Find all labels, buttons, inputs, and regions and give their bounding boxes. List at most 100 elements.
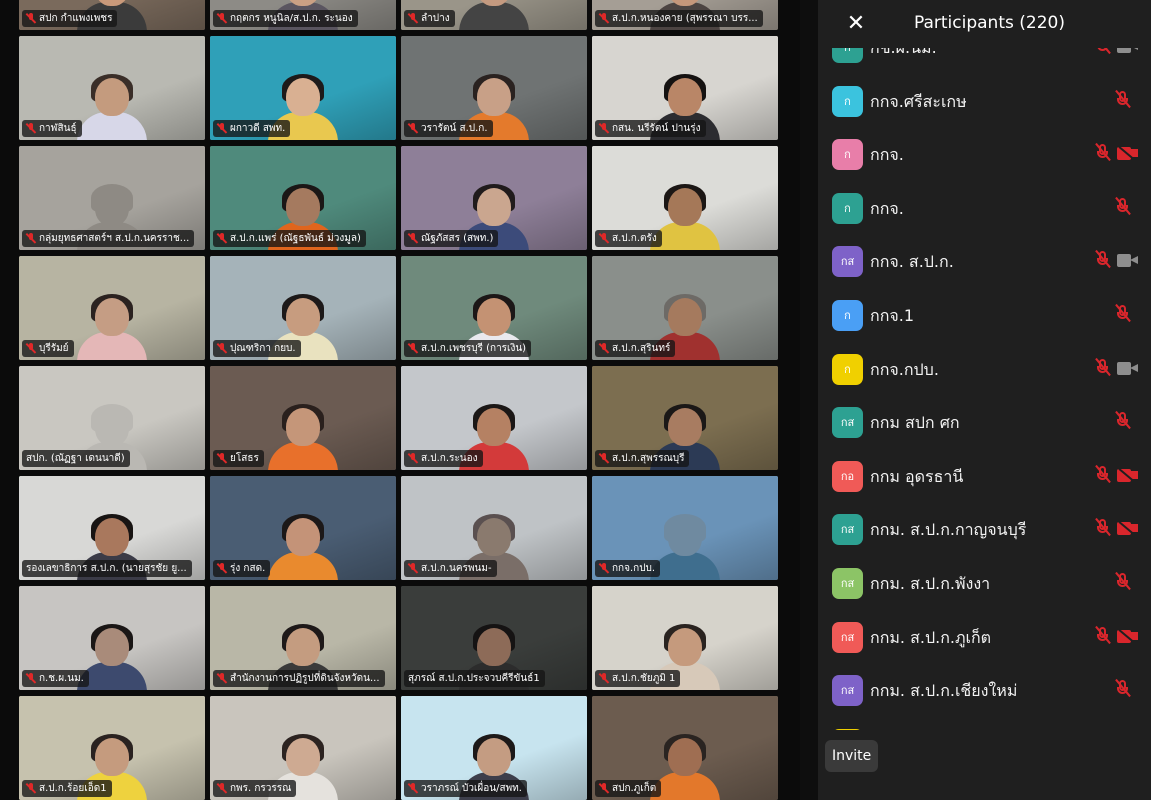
participant-name-tag: ส.ป.ก.เพชรบุรี (การเงิน) (404, 340, 532, 357)
participant-row[interactable]: ก กกจ. (818, 180, 1151, 234)
video-camera-icon[interactable] (1117, 361, 1139, 375)
video-off-icon[interactable] (1117, 628, 1139, 644)
participant-row[interactable]: กส กกม. ส.ป.ก.กาญจนบุรี (818, 501, 1151, 555)
participant-name: ส.ป.ก.แพร่ (ณัฐธพันธ์ ม่วงมูล) (230, 233, 361, 244)
participant-row[interactable]: ก กกจ.กปบ. (818, 341, 1151, 395)
video-tile[interactable]: วราภรณ์ บัวเผื่อน/สพท. (401, 696, 587, 800)
participant-name: กสน. นรีรัตน์ ปานรุ่ง (612, 123, 701, 134)
mic-muted-icon[interactable] (1115, 679, 1131, 699)
video-tile[interactable]: กฤตกร หนูนิล/ส.ป.ก. ระนอง (210, 0, 396, 30)
participant-figure (459, 0, 529, 30)
video-tile[interactable]: วรารัตน์ ส.ป.ก. (401, 36, 587, 140)
video-tile[interactable]: สปก กำแพงเพชร (19, 0, 205, 30)
video-tile[interactable]: ปุณฑริกา กยบ. (210, 256, 396, 360)
mic-muted-icon[interactable] (1115, 411, 1131, 431)
mic-muted-icon[interactable] (1095, 518, 1111, 538)
participant-name: ยโสธร (230, 453, 259, 464)
mic-muted-icon[interactable] (1095, 143, 1111, 163)
participant-name-tag: ก.ช.ผ.นม. (22, 670, 89, 687)
avatar: ก (832, 85, 863, 117)
participant-name: ส.ป.ก.สุรินทร์ (612, 343, 671, 354)
mic-muted-icon[interactable] (1115, 303, 1131, 324)
mic-muted-icon[interactable] (1115, 571, 1131, 592)
video-tile[interactable]: ส.ป.ก.นครพนม- (401, 476, 587, 580)
video-tile[interactable]: ก.ช.ผ.นม. (19, 586, 205, 690)
video-off-icon[interactable] (1117, 521, 1139, 537)
mic-muted-icon (217, 563, 227, 574)
video-tile[interactable]: ส.ป.ก.ตรัง (592, 146, 778, 250)
participant-name: กกม. ส.ป.ก.ภูเก็ต (870, 627, 992, 647)
video-tile[interactable]: กลุ่มยุทธศาสตร์ฯ ส.ป.ก.นครราช... (19, 146, 205, 250)
video-tile[interactable]: ส.ป.ก.เพชรบุรี (การเงิน) (401, 256, 587, 360)
participant-name-tag: สปก.ภูเก็ต (595, 780, 662, 797)
participant-name-tag: สำนักงานการปฏิรูปที่ดินจังหวัดน... (213, 670, 385, 687)
participant-status-icons (1089, 625, 1139, 648)
video-tile[interactable]: ยโสธร (210, 366, 396, 470)
mic-muted-icon[interactable] (1095, 625, 1111, 646)
video-tile[interactable]: ส.ป.ก.หนองคาย (สุพรรณา บรร... (592, 0, 778, 30)
participant-name: กกม. ส.ป.ก.กาญจนบุรี (870, 520, 1027, 540)
video-off-icon[interactable] (1117, 146, 1139, 162)
mic-muted-icon (26, 123, 36, 134)
video-tile[interactable]: สปก.ภูเก็ต (592, 696, 778, 800)
video-tile[interactable]: ส.ป.ก.สุรินทร์ (592, 256, 778, 360)
video-tile[interactable]: ส.ป.ก.สุพรรณบุรี (592, 366, 778, 470)
participant-name: กกจ.กปบ. (612, 563, 656, 574)
participant-row[interactable]: กส กกม สปก ศก (818, 394, 1151, 448)
avatar: ก (832, 192, 863, 224)
invite-button[interactable]: Invite (825, 740, 879, 772)
video-tile[interactable]: กสน. นรีรัตน์ ปานรุ่ง (592, 36, 778, 140)
mic-muted-icon[interactable] (1095, 357, 1111, 378)
mic-muted-icon[interactable] (1115, 89, 1131, 110)
participant-row[interactable]: กส กกจ. ส.ป.ก. (818, 233, 1151, 287)
video-tile[interactable]: กาฬสินธุ์ (19, 36, 205, 140)
participant-name: กกจ.กปบ. (870, 359, 939, 379)
mic-muted-icon[interactable] (1095, 250, 1111, 270)
video-camera-icon[interactable] (1117, 254, 1139, 268)
mic-muted-icon (599, 453, 609, 464)
video-tile[interactable]: บุรีรัมย์ (19, 256, 205, 360)
participant-row[interactable]: ก กกจ.ศรีสะเกษ (818, 73, 1151, 127)
participant-figure (77, 74, 147, 140)
avatar: กส (832, 514, 863, 546)
close-icon[interactable]: ✕ (844, 12, 868, 36)
video-tile[interactable]: กกจ.กปบ. (592, 476, 778, 580)
video-tile[interactable]: รองเลขาธิการ ส.ป.ก. (นายสุรชัย ยู... (19, 476, 205, 580)
participant-name: ผกาวดี สพท. (230, 123, 286, 134)
participant-name-tag: สปก กำแพงเพชร (22, 10, 118, 27)
participant-name-tag: กสน. นรีรัตน์ ปานรุ่ง (595, 120, 706, 137)
participant-row[interactable]: กส กกม. ส.ป.ก.ภูเก็ต (818, 609, 1151, 663)
participant-name: กฤตกร หนูนิล/ส.ป.ก. ระนอง (230, 13, 353, 24)
video-off-icon[interactable] (1117, 467, 1139, 483)
video-tile[interactable]: กพร. กรวรรณ (210, 696, 396, 800)
participant-figure (650, 514, 720, 580)
video-tile[interactable]: ส.ป.ก.แพร่ (ณัฐธพันธ์ ม่วงมูล) (210, 146, 396, 250)
video-tile[interactable]: สปก. (ณัฏฐา เดนนาดี) (19, 366, 205, 470)
participant-name: กกจ. ส.ป.ก. (870, 252, 954, 272)
participant-row[interactable]: กส กกม. ส.ป.ก.เชียงใหม่ (818, 662, 1151, 716)
participant-row[interactable]: กอ กกม อุดรธานี (818, 448, 1151, 502)
video-tile[interactable]: ผกาวดี สพท. (210, 36, 396, 140)
mic-muted-icon[interactable] (1115, 196, 1131, 217)
video-tile[interactable]: สุภรณ์ ส.ป.ก.ประจวบคีรีขันธ์1 (401, 586, 587, 690)
video-tile[interactable]: ส.ป.ก.ระนอง (401, 366, 587, 470)
participant-name: ส.ป.ก.ระนอง (421, 453, 478, 464)
participant-figure (268, 404, 338, 470)
video-tile[interactable]: ส.ป.ก.ร้อยเอ็ด1 (19, 696, 205, 800)
participant-name: ก.ช.ผ.นม. (39, 673, 84, 684)
video-tile[interactable]: รุ่ง กสด. (210, 476, 396, 580)
participant-row[interactable]: ก กกจ. (818, 126, 1151, 180)
mic-muted-icon (217, 233, 227, 244)
video-tile[interactable]: ลำปาง (401, 0, 587, 30)
participant-row[interactable]: กส กกม. ส.ป.ก.พังงา (818, 555, 1151, 609)
participant-name: ปุณฑริกา กยบ. (230, 343, 296, 354)
participant-row[interactable]: ก กกจ.1 (818, 287, 1151, 341)
participant-name-tag: รองเลขาธิการ ส.ป.ก. (นายสุรชัย ยู... (22, 560, 192, 577)
mic-muted-icon (408, 13, 418, 24)
participant-name: วรารัตน์ ส.ป.ก. (421, 123, 488, 134)
video-tile[interactable]: สำนักงานการปฏิรูปที่ดินจังหวัดน... (210, 586, 396, 690)
video-tile[interactable]: ส.ป.ก.ชัยภูมิ 1 (592, 586, 778, 690)
participant-name-tag: ปุณฑริกา กยบ. (213, 340, 301, 357)
mic-muted-icon[interactable] (1095, 464, 1111, 485)
video-tile[interactable]: ณัฐภัสสร (สพท.) (401, 146, 587, 250)
